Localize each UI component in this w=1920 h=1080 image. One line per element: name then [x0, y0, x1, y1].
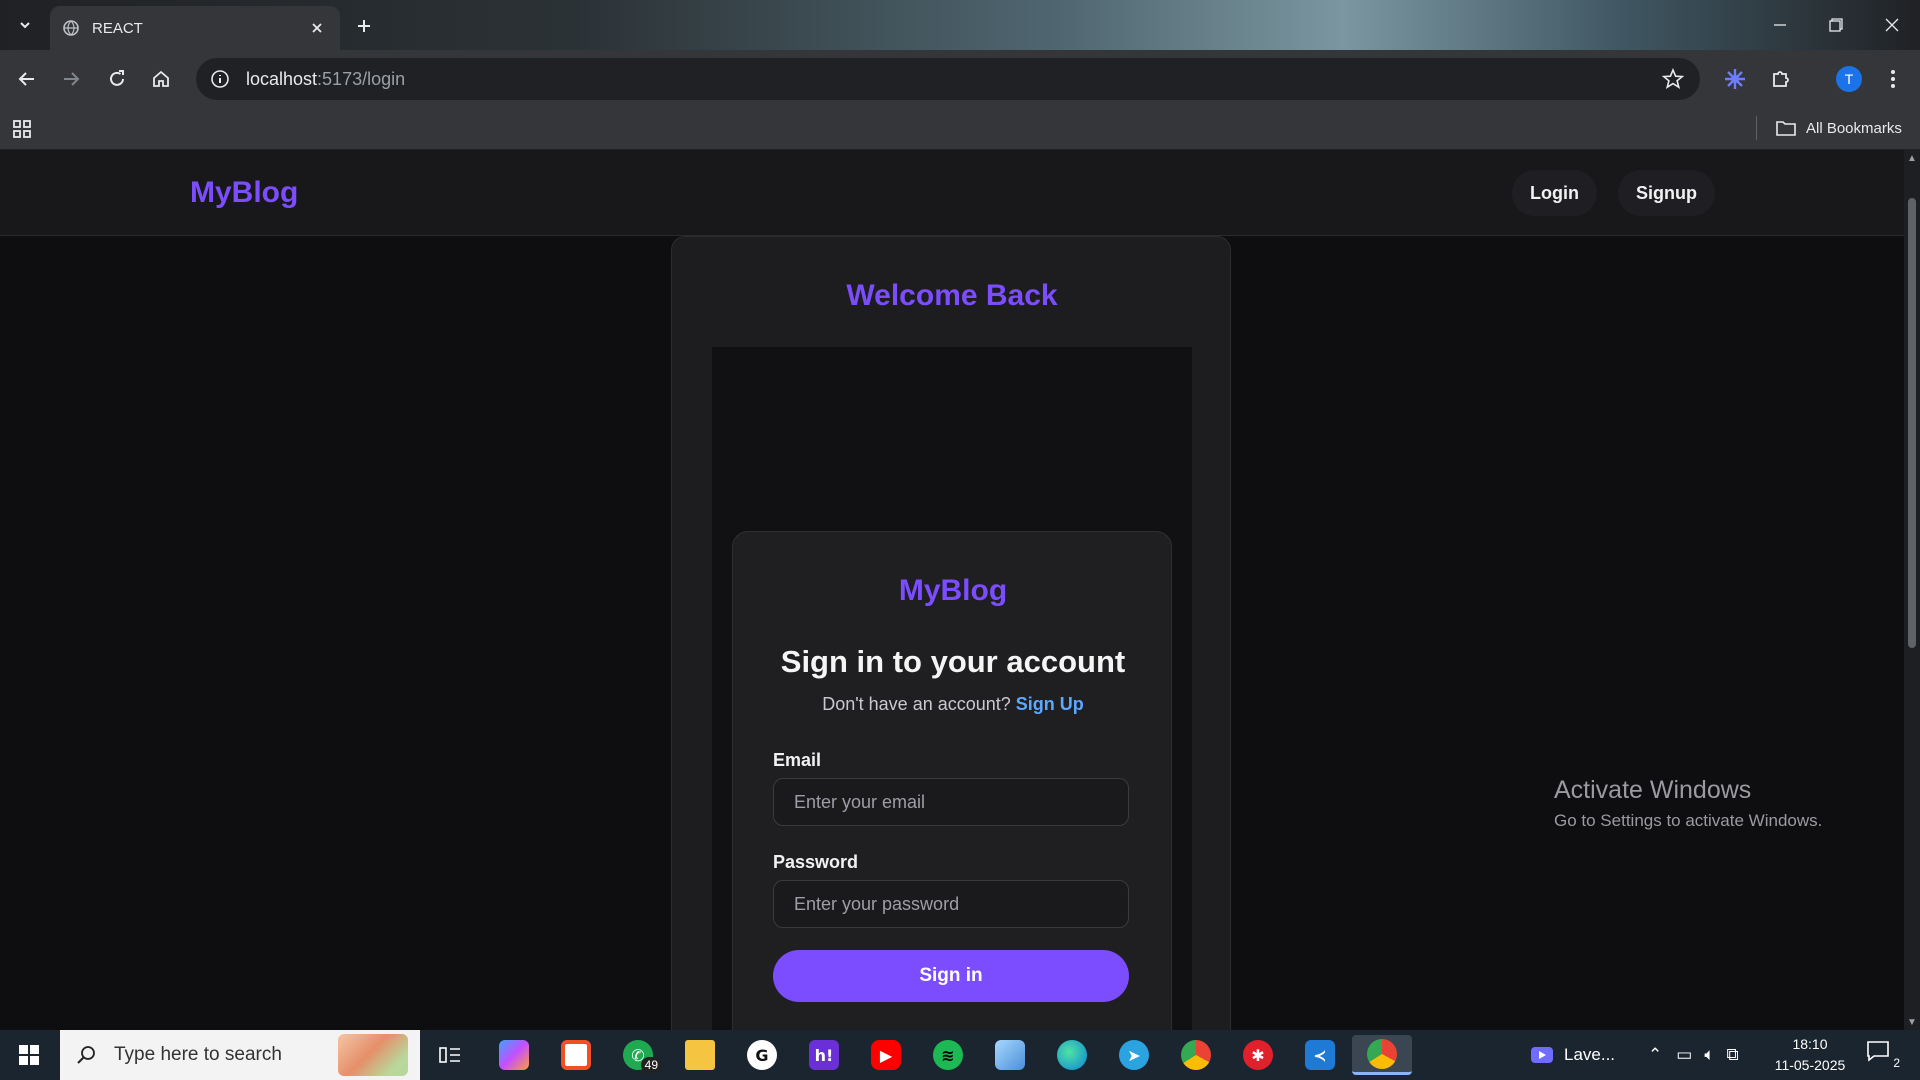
password-field[interactable] — [773, 880, 1129, 928]
browser-toolbar: localhost:5173/login — [0, 50, 1920, 108]
chrome-icon[interactable] — [1170, 1035, 1222, 1075]
site-header: MyBlog Login Signup — [0, 150, 1904, 236]
system-clock[interactable]: 18:10 11-05-2025 — [1770, 1034, 1850, 1076]
whatsapp-badge: 49 — [640, 1057, 662, 1073]
signup-prompt: Don't have an account? Sign Up — [733, 694, 1173, 715]
folder-icon — [1776, 121, 1796, 136]
tab-search-button[interactable] — [12, 12, 38, 38]
search-highlight-image — [338, 1034, 408, 1076]
close-window-icon[interactable] — [1864, 0, 1920, 50]
clock-date: 11-05-2025 — [1774, 1057, 1846, 1073]
chevron-up-icon[interactable]: ⌃ — [1648, 1045, 1662, 1065]
welcome-heading: Welcome Back — [846, 279, 1058, 312]
scroll-up-icon[interactable]: ▲ — [1907, 154, 1917, 164]
signin-button[interactable]: Sign in — [773, 950, 1129, 1002]
activate-windows-watermark: Activate Windows Go to Settings to activ… — [1554, 776, 1822, 831]
password-label: Password — [773, 852, 859, 872]
apps-grid-icon[interactable] — [12, 118, 34, 140]
globe-icon — [63, 20, 79, 36]
address-bar[interactable]: localhost:5173/login — [196, 58, 1700, 100]
email-field[interactable] — [773, 778, 1129, 826]
github-icon[interactable]: G — [736, 1035, 788, 1075]
scrollbar-thumb[interactable] — [1908, 198, 1916, 648]
url-path: :5173/login — [317, 68, 406, 89]
search-placeholder: Type here to search — [114, 1044, 282, 1065]
all-bookmarks-label: All Bookmarks — [1806, 119, 1902, 137]
url-host: localhost — [246, 68, 318, 89]
nav-login-button[interactable]: Login — [1512, 170, 1597, 216]
page-scrollbar[interactable]: ▲ ▼ — [1904, 150, 1920, 1030]
minimize-icon[interactable] — [1752, 0, 1808, 50]
signup-link[interactable]: Sign Up — [1016, 694, 1084, 714]
notification-count: 2 — [1893, 1056, 1900, 1070]
bookmarks-bar: All Bookmarks — [0, 108, 1920, 150]
site-logo[interactable]: MyBlog — [190, 176, 298, 210]
auth-container: Welcome Back MyBlog Sign in to your acco… — [671, 236, 1231, 1030]
plus-icon — [358, 20, 370, 32]
clock-time: 18:10 — [1792, 1036, 1828, 1052]
browser-tab[interactable]: REACT — [50, 6, 340, 50]
windows-start-icon[interactable] — [0, 1030, 58, 1080]
home-icon[interactable] — [146, 64, 176, 94]
media-player-icon — [1531, 1047, 1553, 1063]
bookmark-star-icon[interactable] — [1662, 68, 1684, 90]
chevron-down-icon — [20, 22, 30, 29]
profile-avatar[interactable]: T — [1836, 66, 1862, 92]
restore-icon[interactable] — [1808, 0, 1864, 50]
display-icon[interactable]: ⧉ — [1727, 1045, 1739, 1065]
chrome-active-icon[interactable] — [1352, 1035, 1412, 1075]
volume-icon[interactable]: 🔈︎ — [1704, 1045, 1714, 1065]
hashnode-icon[interactable]: h! — [798, 1035, 850, 1075]
file-explorer-icon[interactable] — [674, 1035, 726, 1075]
system-tray: ⌃ ▭ 🔈︎ ⧉ — [1648, 1030, 1739, 1080]
browser-tab-strip: REACT — [0, 0, 1920, 50]
site-info-icon[interactable] — [208, 67, 232, 91]
forward-icon[interactable] — [56, 64, 86, 94]
auth-frame: MyBlog Sign in to your account Don't hav… — [712, 347, 1192, 1030]
login-card: MyBlog Sign in to your account Don't hav… — [732, 531, 1172, 1030]
activate-subtitle: Go to Settings to activate Windows. — [1554, 811, 1823, 830]
copilot-icon[interactable] — [488, 1035, 540, 1075]
activate-title: Activate Windows — [1554, 776, 1752, 804]
email-label: Email — [773, 750, 822, 770]
extension-icon[interactable] — [1720, 64, 1750, 94]
telegram-icon[interactable]: ➤ — [1108, 1035, 1160, 1075]
new-tab-button[interactable] — [350, 12, 378, 40]
scroll-down-icon[interactable]: ▼ — [1907, 1018, 1917, 1028]
spotify-icon[interactable]: ≋ — [922, 1035, 974, 1075]
web-page: MyBlog Login Signup Welcome Back MyBlog … — [0, 150, 1904, 1030]
tab-close-icon[interactable] — [306, 17, 328, 39]
card-logo: MyBlog — [898, 574, 1008, 607]
notes-app-icon[interactable] — [984, 1035, 1036, 1075]
bookmarks-divider — [1756, 116, 1757, 140]
nav-signup-button[interactable]: Signup — [1618, 170, 1715, 216]
window-controls — [1752, 0, 1920, 50]
puzzle-extensions-icon[interactable] — [1766, 64, 1796, 94]
kebab-menu-icon[interactable] — [1878, 64, 1908, 94]
task-view-icon[interactable] — [424, 1035, 476, 1075]
search-icon — [77, 1046, 95, 1064]
microsoft-store-icon[interactable] — [550, 1035, 602, 1075]
screen: REACT localhost:5173/login T All Bookma… — [0, 0, 1920, 1080]
media-label: Lave... — [1564, 1045, 1616, 1064]
taskbar: Type here to search ✆ 49 G h! ▶ ≋ ➤ ✱ ≺ … — [0, 1030, 1920, 1080]
whatsapp-icon[interactable]: ✆ 49 — [612, 1035, 664, 1075]
taskbar-search-box[interactable]: Type here to search — [60, 1030, 420, 1080]
battery-icon[interactable]: ▭ — [1676, 1045, 1692, 1065]
notification-center-icon[interactable]: 2 — [1866, 1040, 1900, 1070]
reload-icon[interactable] — [102, 64, 132, 94]
edge-icon[interactable] — [1046, 1035, 1098, 1075]
back-icon[interactable] — [12, 64, 42, 94]
media-tray[interactable]: Lave... — [1530, 1030, 1615, 1080]
signin-title: Sign in to your account — [780, 644, 1126, 679]
brave-icon[interactable]: ✱ — [1232, 1035, 1284, 1075]
signup-prompt-text: Don't have an account? — [822, 694, 1011, 714]
youtube-icon[interactable]: ▶ — [860, 1035, 912, 1075]
vscode-icon[interactable]: ≺ — [1294, 1035, 1346, 1075]
tab-title: REACT — [92, 19, 143, 37]
all-bookmarks-button[interactable]: All Bookmarks — [1776, 116, 1902, 140]
